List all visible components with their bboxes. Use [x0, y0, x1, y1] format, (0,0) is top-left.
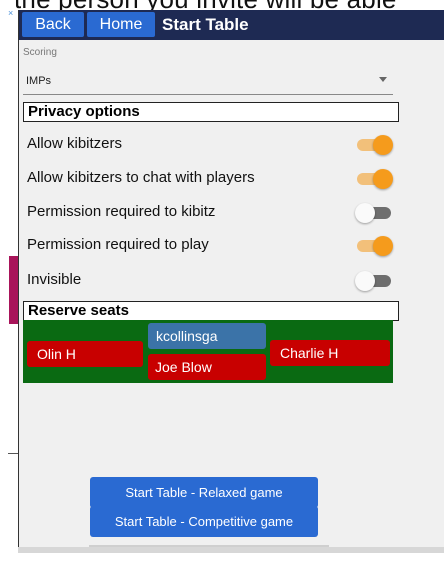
toggle-knob	[373, 169, 393, 189]
page-title: Start Table	[162, 15, 249, 34]
scoring-label: Scoring	[23, 47, 57, 58]
toggle-allow-kibitzers[interactable]	[355, 134, 393, 155]
toggle-allow-kibitzer-chat[interactable]	[355, 168, 393, 189]
background-divider	[8, 453, 18, 454]
toggle-permission-kibitz[interactable]	[355, 202, 393, 223]
privacy-options-heading: Privacy options	[23, 102, 399, 122]
reserve-seats-heading: Reserve seats	[23, 301, 399, 321]
back-button[interactable]: Back	[22, 12, 84, 37]
seat-south[interactable]: Joe Blow	[148, 354, 266, 380]
seat-east[interactable]: Charlie H	[270, 340, 390, 366]
toggle-permission-play[interactable]	[355, 235, 393, 256]
table-seat-area: Olin H kcollinsga Joe Blow Charlie H	[23, 320, 393, 383]
start-table-dialog: Back Home Start Table Scoring IMPs Priva…	[18, 10, 444, 547]
toggle-knob	[373, 236, 393, 256]
option-label-allow-kibitzer-chat: Allow kibitzers to chat with players	[27, 169, 255, 186]
scoring-select[interactable]: IMPs	[23, 70, 393, 95]
scoring-selected-value: IMPs	[26, 75, 52, 87]
close-icon[interactable]: ×	[8, 9, 13, 18]
background-accent-bar	[9, 256, 18, 324]
background-page-text: the person you invite will be able	[0, 0, 444, 10]
option-label-invisible: Invisible	[27, 271, 82, 288]
toggle-invisible[interactable]	[355, 270, 393, 291]
toggle-knob	[373, 135, 393, 155]
home-button[interactable]: Home	[87, 12, 155, 37]
footer-divider	[89, 545, 329, 547]
caret-down-icon	[379, 77, 387, 82]
start-competitive-button[interactable]: Start Table - Competitive game	[90, 506, 318, 537]
seat-west[interactable]: Olin H	[27, 341, 143, 367]
toggle-knob	[355, 203, 375, 223]
toggle-knob	[355, 271, 375, 291]
option-label-permission-play: Permission required to play	[27, 236, 209, 253]
dialog-header: Back Home Start Table	[19, 10, 444, 40]
option-label-allow-kibitzers: Allow kibitzers	[27, 135, 123, 152]
option-label-permission-kibitz: Permission required to kibitz	[27, 203, 216, 220]
dialog-bottom-edge	[18, 547, 444, 553]
start-relaxed-button[interactable]: Start Table - Relaxed game	[90, 477, 318, 508]
seat-north[interactable]: kcollinsga	[148, 323, 266, 349]
